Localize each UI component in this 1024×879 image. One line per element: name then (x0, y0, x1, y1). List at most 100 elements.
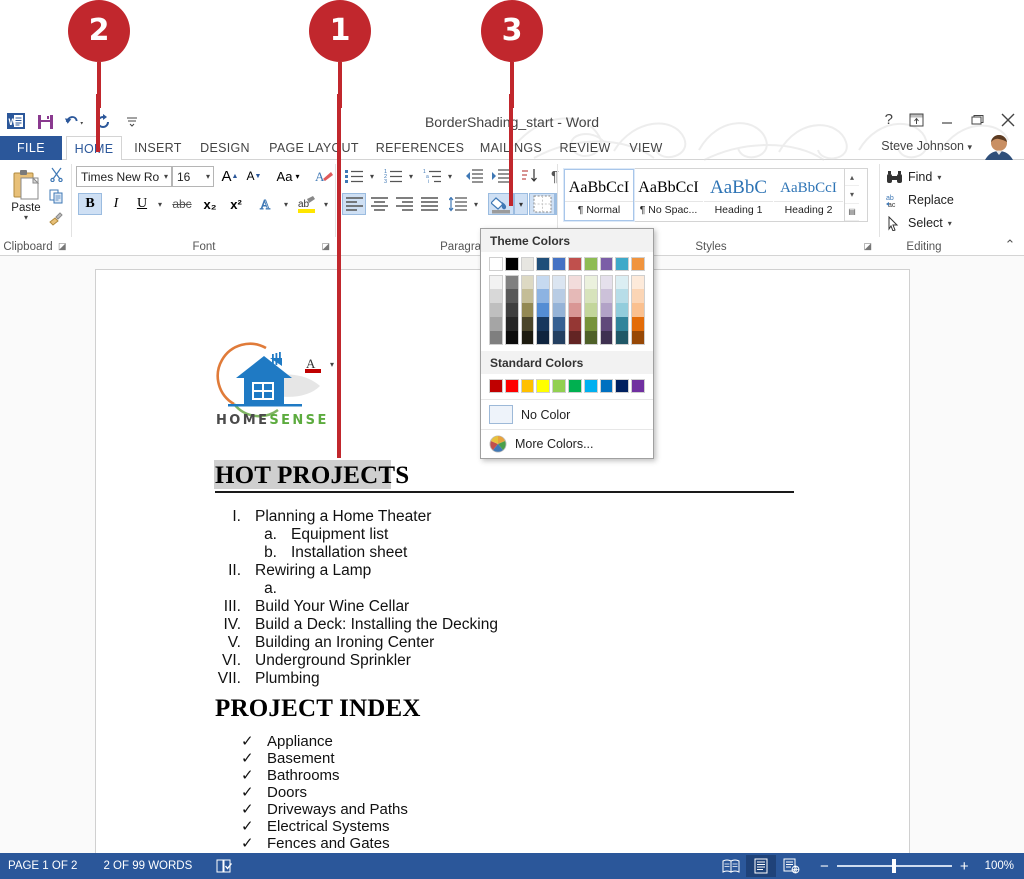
theme-color-swatch[interactable] (567, 289, 582, 303)
word-count[interactable]: 2 OF 99 WORDS (103, 860, 192, 872)
subscript-button[interactable]: x₂ (198, 193, 222, 215)
change-case-button[interactable]: Aa ▾ (271, 165, 305, 187)
style-heading-2[interactable]: AaBbCcI Heading 2 (774, 169, 844, 221)
styles-scroll-down[interactable]: ▾ (845, 186, 859, 204)
list-item[interactable]: I. Planning a Home Theater (203, 508, 498, 526)
standard-color-swatch[interactable] (489, 379, 503, 393)
font-name-combo[interactable]: Times New Ro ▾ (76, 166, 172, 187)
list-item[interactable]: III. Build Your Wine Cellar (203, 598, 498, 616)
text-highlight-caret[interactable]: ▾ (320, 193, 332, 215)
customize-qat-icon[interactable] (122, 111, 142, 131)
theme-color-swatch[interactable] (599, 303, 614, 317)
avatar[interactable] (980, 134, 1018, 160)
theme-color-swatch[interactable] (552, 275, 566, 289)
theme-color-swatch[interactable] (552, 317, 566, 331)
theme-color-swatch[interactable] (552, 257, 566, 271)
theme-color-swatch[interactable] (599, 289, 614, 303)
bold-button[interactable]: B (78, 193, 102, 215)
list-item[interactable]: ✓ Doors (241, 784, 408, 801)
theme-color-swatch[interactable] (489, 303, 503, 317)
standard-colors-row[interactable] (489, 379, 645, 393)
theme-color-swatch[interactable] (520, 289, 535, 303)
save-icon[interactable] (35, 111, 55, 131)
proofing-errors-icon[interactable] (216, 858, 234, 874)
close-button[interactable] (1000, 113, 1016, 127)
page-indicator[interactable]: PAGE 1 OF 2 (8, 860, 77, 872)
tab-home[interactable]: HOME (66, 136, 122, 160)
sort-button[interactable] (518, 165, 542, 187)
restore-button[interactable] (970, 114, 984, 126)
theme-color-swatch[interactable] (583, 289, 598, 303)
more-colors-item[interactable]: More Colors... (481, 429, 653, 458)
web-layout-button[interactable] (776, 855, 806, 877)
standard-color-swatch[interactable] (504, 379, 519, 393)
theme-color-swatch[interactable] (615, 303, 630, 317)
zoom-in-button[interactable]: + (960, 858, 969, 875)
underline-button[interactable]: U (130, 193, 154, 215)
standard-color-swatch[interactable] (599, 379, 614, 393)
theme-color-swatch[interactable] (536, 331, 551, 345)
theme-color-swatch[interactable] (615, 257, 630, 271)
theme-color-swatch[interactable] (489, 275, 503, 289)
theme-color-swatch[interactable] (504, 289, 519, 303)
font-dialog-launcher[interactable]: ◪ (321, 241, 330, 252)
theme-colors-row-3[interactable] (489, 303, 645, 317)
align-right-button[interactable] (392, 193, 416, 215)
line-spacing-caret[interactable]: ▾ (470, 193, 482, 215)
theme-color-swatch[interactable] (567, 331, 582, 345)
styles-gallery-scrollbar[interactable]: ▴ ▾ ▤ (844, 169, 859, 221)
collapse-ribbon-button[interactable]: ⌃ (1000, 236, 1020, 254)
clear-formatting-button[interactable]: A (312, 165, 336, 187)
text-effects-button[interactable]: A (254, 193, 280, 215)
minimize-button[interactable] (940, 114, 954, 126)
theme-color-swatch[interactable] (520, 275, 535, 289)
underline-caret[interactable]: ▾ (154, 193, 166, 215)
standard-color-swatch[interactable] (615, 379, 630, 393)
theme-color-swatch[interactable] (583, 317, 598, 331)
theme-color-swatch[interactable] (583, 257, 598, 271)
list-item[interactable]: ✓ Basement (241, 750, 408, 767)
theme-color-swatch[interactable] (489, 257, 503, 271)
theme-colors-row-5[interactable] (489, 331, 645, 345)
theme-color-swatch[interactable] (536, 289, 551, 303)
standard-color-swatch[interactable] (583, 379, 598, 393)
italic-button[interactable]: I (104, 193, 128, 215)
heading2-project-index[interactable]: PROJECT INDEX (215, 695, 421, 723)
bullets-caret[interactable]: ▾ (366, 165, 378, 187)
heading1-hot-projects[interactable]: HOT PROJECTS (215, 462, 409, 490)
theme-color-swatch[interactable] (489, 331, 503, 345)
cut-button[interactable] (46, 164, 66, 184)
list-item[interactable]: II. Rewiring a Lamp (203, 562, 498, 580)
theme-color-swatch[interactable] (567, 317, 582, 331)
theme-color-swatch[interactable] (615, 317, 630, 331)
theme-color-swatch[interactable] (504, 275, 519, 289)
theme-color-swatch[interactable] (631, 289, 645, 303)
grow-font-button[interactable]: A ▲ (219, 165, 241, 187)
tab-view[interactable]: VIEW (620, 136, 672, 160)
theme-color-swatch[interactable] (552, 331, 566, 345)
standard-color-swatch[interactable] (631, 379, 645, 393)
theme-color-swatch[interactable] (567, 303, 582, 317)
user-account-name[interactable]: Steve Johnson ▾ (881, 139, 972, 153)
paste-button[interactable]: Paste ▾ (6, 164, 46, 224)
style-normal[interactable]: AaBbCcI ¶ Normal (563, 168, 635, 222)
theme-color-swatch[interactable] (583, 275, 598, 289)
zoom-slider-thumb[interactable] (891, 859, 896, 873)
theme-color-swatch[interactable] (631, 331, 645, 345)
tab-references[interactable]: REFERENCES (372, 136, 468, 160)
align-center-button[interactable] (367, 193, 391, 215)
list-item[interactable]: ✓ Electrical Systems (241, 818, 408, 835)
find-button[interactable]: Find ▾ (886, 166, 972, 188)
standard-color-swatch[interactable] (520, 379, 535, 393)
read-mode-button[interactable] (716, 855, 746, 877)
theme-colors-row-4[interactable] (489, 317, 645, 331)
theme-color-swatch[interactable] (504, 331, 519, 345)
hot-projects-outline[interactable]: I. Planning a Home Theater a. Equipment li… (203, 508, 498, 688)
zoom-slider[interactable] (836, 859, 952, 873)
standard-color-swatch[interactable] (552, 379, 566, 393)
shrink-font-button[interactable]: A ▼ (243, 165, 265, 187)
theme-color-swatch[interactable] (615, 289, 630, 303)
styles-scroll-up[interactable]: ▴ (845, 169, 859, 187)
justify-button[interactable] (417, 193, 441, 215)
multilevel-list-caret[interactable]: ▾ (444, 165, 456, 187)
